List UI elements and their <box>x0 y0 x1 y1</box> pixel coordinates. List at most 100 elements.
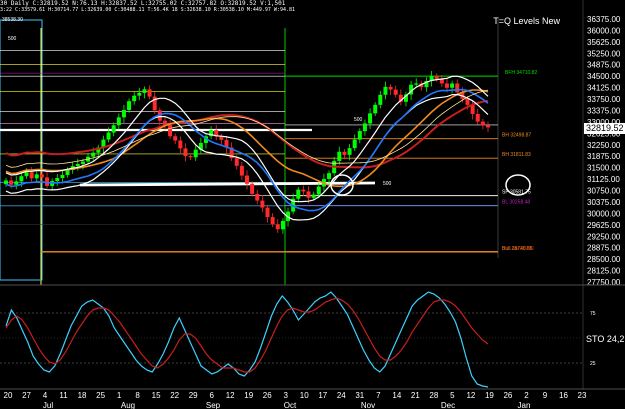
candle-body <box>80 161 85 164</box>
x-tick-label: 20 <box>4 391 13 400</box>
candle-body <box>378 94 383 105</box>
y-tick-label: 28875.00 <box>587 244 621 253</box>
candle-body <box>116 117 121 126</box>
x-tick-label: 7 <box>376 391 381 400</box>
y-tick-label: 30000.00 <box>587 209 621 218</box>
candle-body <box>362 123 367 132</box>
price-chart: 36375.00 36000.00 35625.00 35250.00 34875.00… <box>0 0 625 409</box>
candle-body <box>373 104 378 114</box>
candle-body <box>75 163 80 167</box>
x-tick-label: 12 <box>226 391 235 400</box>
x-tick-label: 2 <box>524 391 529 400</box>
x-tick-label: 27 <box>22 391 31 400</box>
candle-body <box>383 86 388 95</box>
candle-body <box>19 176 24 182</box>
x-tick-label: 21 <box>411 391 420 400</box>
chart-title: T=Q Levels New <box>493 16 560 26</box>
candle-body <box>414 83 419 85</box>
sto-series-line <box>5 291 489 388</box>
x-tick-label: 16 <box>559 391 568 400</box>
y-tick-label: 29625.00 <box>587 221 621 230</box>
candle-body <box>127 101 132 111</box>
candle-body <box>55 178 60 182</box>
candle-body <box>480 121 485 126</box>
candle-body <box>14 181 19 185</box>
candle-body <box>357 131 362 140</box>
x-tick-label: 26 <box>263 391 272 400</box>
candle-body <box>347 148 352 155</box>
candle-body <box>352 139 357 149</box>
candle-body <box>450 83 455 88</box>
y-tick-label: 32250.00 <box>587 141 621 150</box>
candle-body <box>65 170 70 175</box>
y-tick-label: 30375.00 <box>587 198 621 207</box>
x-tick-label: 15 <box>152 391 161 400</box>
candle-body <box>296 189 301 199</box>
y-tick-label: 30750.00 <box>587 187 621 196</box>
sto-level-label: 25 <box>590 361 596 367</box>
candle-body <box>316 186 321 195</box>
candle-body <box>193 149 198 158</box>
candle-body <box>388 86 393 90</box>
x-tick-label: 31 <box>355 391 364 400</box>
ma-line <box>5 93 489 221</box>
candle-body <box>4 180 8 185</box>
x-tick-label: 10 <box>300 391 309 400</box>
candle-body <box>24 172 29 177</box>
x-tick-label: 25 <box>96 391 105 400</box>
y-tick-label: 34875.00 <box>587 61 621 70</box>
level-label: BFH 34710.82 <box>505 70 537 76</box>
candle-body <box>142 89 147 93</box>
x-month-label: Jan <box>518 401 531 409</box>
candle-body <box>121 110 126 118</box>
x-month-label: Aug <box>121 401 135 409</box>
level-label: BH 31811.83 <box>502 152 531 158</box>
candle-body <box>337 151 342 161</box>
candle-body <box>178 140 183 149</box>
x-tick-label: 26 <box>503 391 512 400</box>
candle-body <box>301 189 306 192</box>
ohlc-header: 30 Daily C:32819.52 N:76.13 H:32837.52 L… <box>0 0 286 7</box>
annotation-label: 500 <box>354 117 363 123</box>
candle-body <box>260 200 265 208</box>
level-label: BH 32498.87 <box>502 133 531 139</box>
candle-body <box>434 76 439 79</box>
range-box <box>0 19 43 281</box>
y-tick-label: 31125.00 <box>587 175 620 184</box>
candle-body <box>475 113 480 122</box>
candle-body <box>147 89 152 97</box>
candle-body <box>219 136 224 140</box>
y-tick-label: 33750.00 <box>587 95 621 104</box>
y-tick-label: 33375.00 <box>587 106 621 115</box>
candle-body <box>306 191 311 198</box>
annotation-label: 500 <box>8 36 17 42</box>
y-tick-label: 34125.00 <box>587 84 621 93</box>
y-tick-label: 36000.00 <box>587 26 621 35</box>
candle-body <box>91 152 96 157</box>
annotation-label: 500 <box>383 181 392 187</box>
x-tick-label: 1 <box>117 391 122 400</box>
candle-body <box>183 148 188 157</box>
y-tick-label: 35625.00 <box>587 38 621 47</box>
y-tick-label: 28125.00 <box>587 267 621 276</box>
candle-body <box>368 113 373 124</box>
x-tick-label: 19 <box>244 391 253 400</box>
x-tick-label: 4 <box>43 391 48 400</box>
candle-body <box>188 156 193 158</box>
candle-body <box>168 124 173 137</box>
sto-series-line <box>5 297 489 373</box>
level-label: BL 30258.48 <box>502 200 530 206</box>
candle-body <box>465 98 470 105</box>
candle-body <box>393 89 398 95</box>
candle-body <box>255 193 260 201</box>
y-tick-label: 31500.00 <box>587 164 621 173</box>
candle-body <box>39 174 44 178</box>
x-month-label: Sep <box>206 401 221 409</box>
candle-body <box>311 194 316 198</box>
x-tick-label: 24 <box>337 391 346 400</box>
candle-body <box>245 175 249 184</box>
x-tick-label: 28 <box>429 391 438 400</box>
candle-body <box>111 125 116 133</box>
candle-body <box>444 83 449 88</box>
candle-body <box>132 95 137 102</box>
